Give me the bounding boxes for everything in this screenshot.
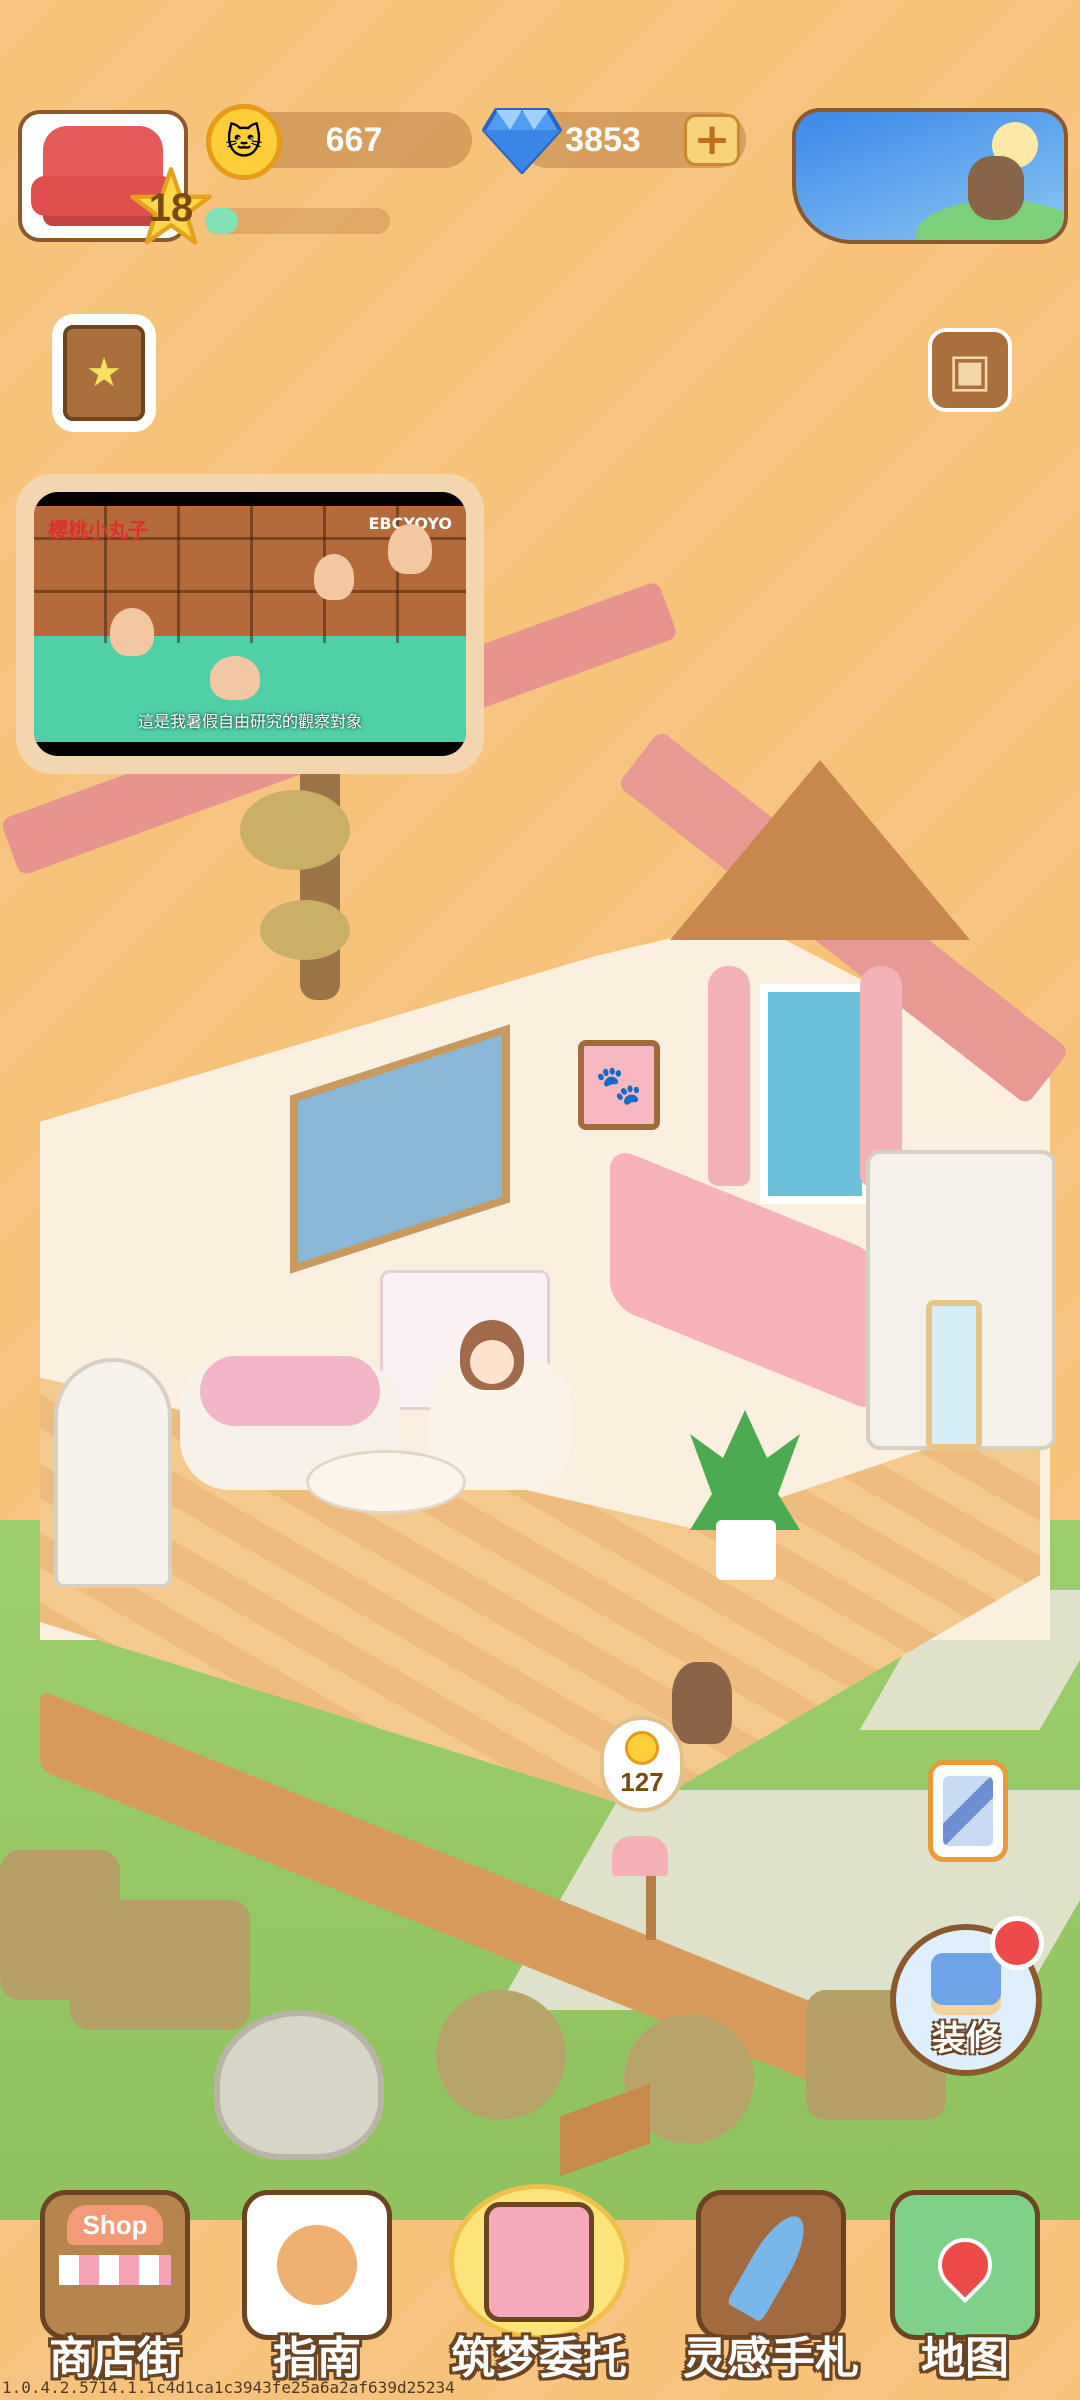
tree-foliage — [240, 790, 350, 870]
notification-dot — [990, 1916, 1044, 1970]
stone-well[interactable] — [214, 2010, 384, 2160]
plant-pot — [716, 1520, 776, 1580]
coin-icon — [625, 1730, 659, 1765]
weather-widget[interactable] — [792, 108, 1068, 244]
sofa-cushion — [200, 1356, 380, 1426]
plus-icon: + — [693, 114, 731, 165]
video-show-logo: 櫻桃小丸子 — [48, 518, 148, 542]
inspiration-notebook-icon — [696, 2190, 846, 2340]
curtain-left — [708, 966, 750, 1186]
coffee-table[interactable] — [306, 1450, 466, 1514]
coin-collect-bubble[interactable]: 127 — [600, 1716, 684, 1812]
bush — [436, 1990, 566, 2120]
tree-foliage — [260, 900, 350, 960]
shop-awning — [59, 2255, 171, 2285]
nav-shop-street[interactable]: Shop 商店街 — [20, 2184, 210, 2400]
diamond-icon — [482, 108, 562, 174]
standing-mirror[interactable] — [926, 1300, 982, 1450]
version-string: 1.0.4.2.5714.1.1c4d1ca1c3943fe25a6a2af63… — [2, 2378, 455, 2397]
book-icon: ★ — [63, 325, 145, 421]
level-number: 18 — [148, 185, 194, 230]
paw-frame-icon[interactable]: 🐾 — [578, 1040, 660, 1130]
nav-dream-commission[interactable]: 筑梦委托 — [434, 2184, 644, 2400]
player-character-face — [470, 1340, 514, 1384]
pip-video-frame[interactable]: 櫻桃小丸子 EBCYOYO 這是我暑假自由研究的觀察對象 — [16, 474, 484, 774]
cartoon-character — [110, 608, 154, 656]
nav-label: 商店街 — [49, 2333, 181, 2384]
renovate-icon — [931, 1953, 1001, 2005]
nav-label: 筑梦委托 — [451, 2333, 627, 2384]
nav-label: 指南 — [273, 2333, 361, 2384]
cartoon-character — [314, 554, 354, 600]
mailbox[interactable] — [612, 1836, 668, 1876]
photo-mode-button[interactable] — [928, 1760, 1008, 1862]
renovate-label: 装修 — [932, 2019, 1000, 2059]
achievement-book-button[interactable]: ★ — [52, 314, 156, 432]
shop-icon: Shop — [40, 2190, 190, 2340]
photo-icon — [943, 1776, 993, 1846]
bookshelf[interactable] — [54, 1358, 172, 1588]
map-icon — [890, 2190, 1040, 2340]
storage-box-button[interactable]: ▣ — [928, 328, 1012, 412]
dream-commission-icon — [449, 2184, 629, 2340]
xp-progress-bar — [205, 208, 390, 234]
cartoon-character — [388, 524, 432, 574]
feather-quill-icon — [726, 2207, 816, 2323]
bedroom-window[interactable] — [760, 984, 870, 1204]
pet-dog[interactable] — [672, 1662, 732, 1744]
gem-count: 3853 — [565, 120, 641, 159]
video-subtitle: 這是我暑假自由研究的觀察對象 — [137, 712, 362, 731]
star-icon: ★ — [86, 350, 122, 396]
coin-count: 667 — [325, 120, 383, 159]
bear-icon — [968, 156, 1024, 220]
nav-label: 灵感手札 — [683, 2333, 859, 2384]
nav-guide[interactable]: 指南 — [222, 2184, 412, 2400]
coin-icon: 🐱 — [206, 104, 282, 180]
cat-icon — [277, 2225, 357, 2305]
pip-video[interactable]: 櫻桃小丸子 EBCYOYO 這是我暑假自由研究的觀察對象 — [34, 492, 466, 756]
add-gems-button[interactable]: + — [684, 114, 740, 166]
nav-map[interactable]: 地图 — [870, 2184, 1060, 2400]
hedge — [70, 1900, 250, 2030]
cartoon-character — [210, 656, 260, 700]
bottom-nav: Shop 商店街 指南 筑梦委托 灵感手札 地图 — [0, 2184, 1080, 2400]
guide-icon — [242, 2190, 392, 2340]
nav-label: 地图 — [921, 2333, 1009, 2384]
level-badge: 18 — [128, 165, 214, 251]
coin-bubble-value: 127 — [620, 1766, 664, 1797]
notebook-icon — [484, 2202, 594, 2322]
nav-inspiration-notes[interactable]: 灵感手札 — [676, 2184, 866, 2400]
shop-sign: Shop — [67, 2205, 163, 2245]
box-icon: ▣ — [948, 343, 992, 397]
location-pin-icon — [926, 2226, 1004, 2304]
